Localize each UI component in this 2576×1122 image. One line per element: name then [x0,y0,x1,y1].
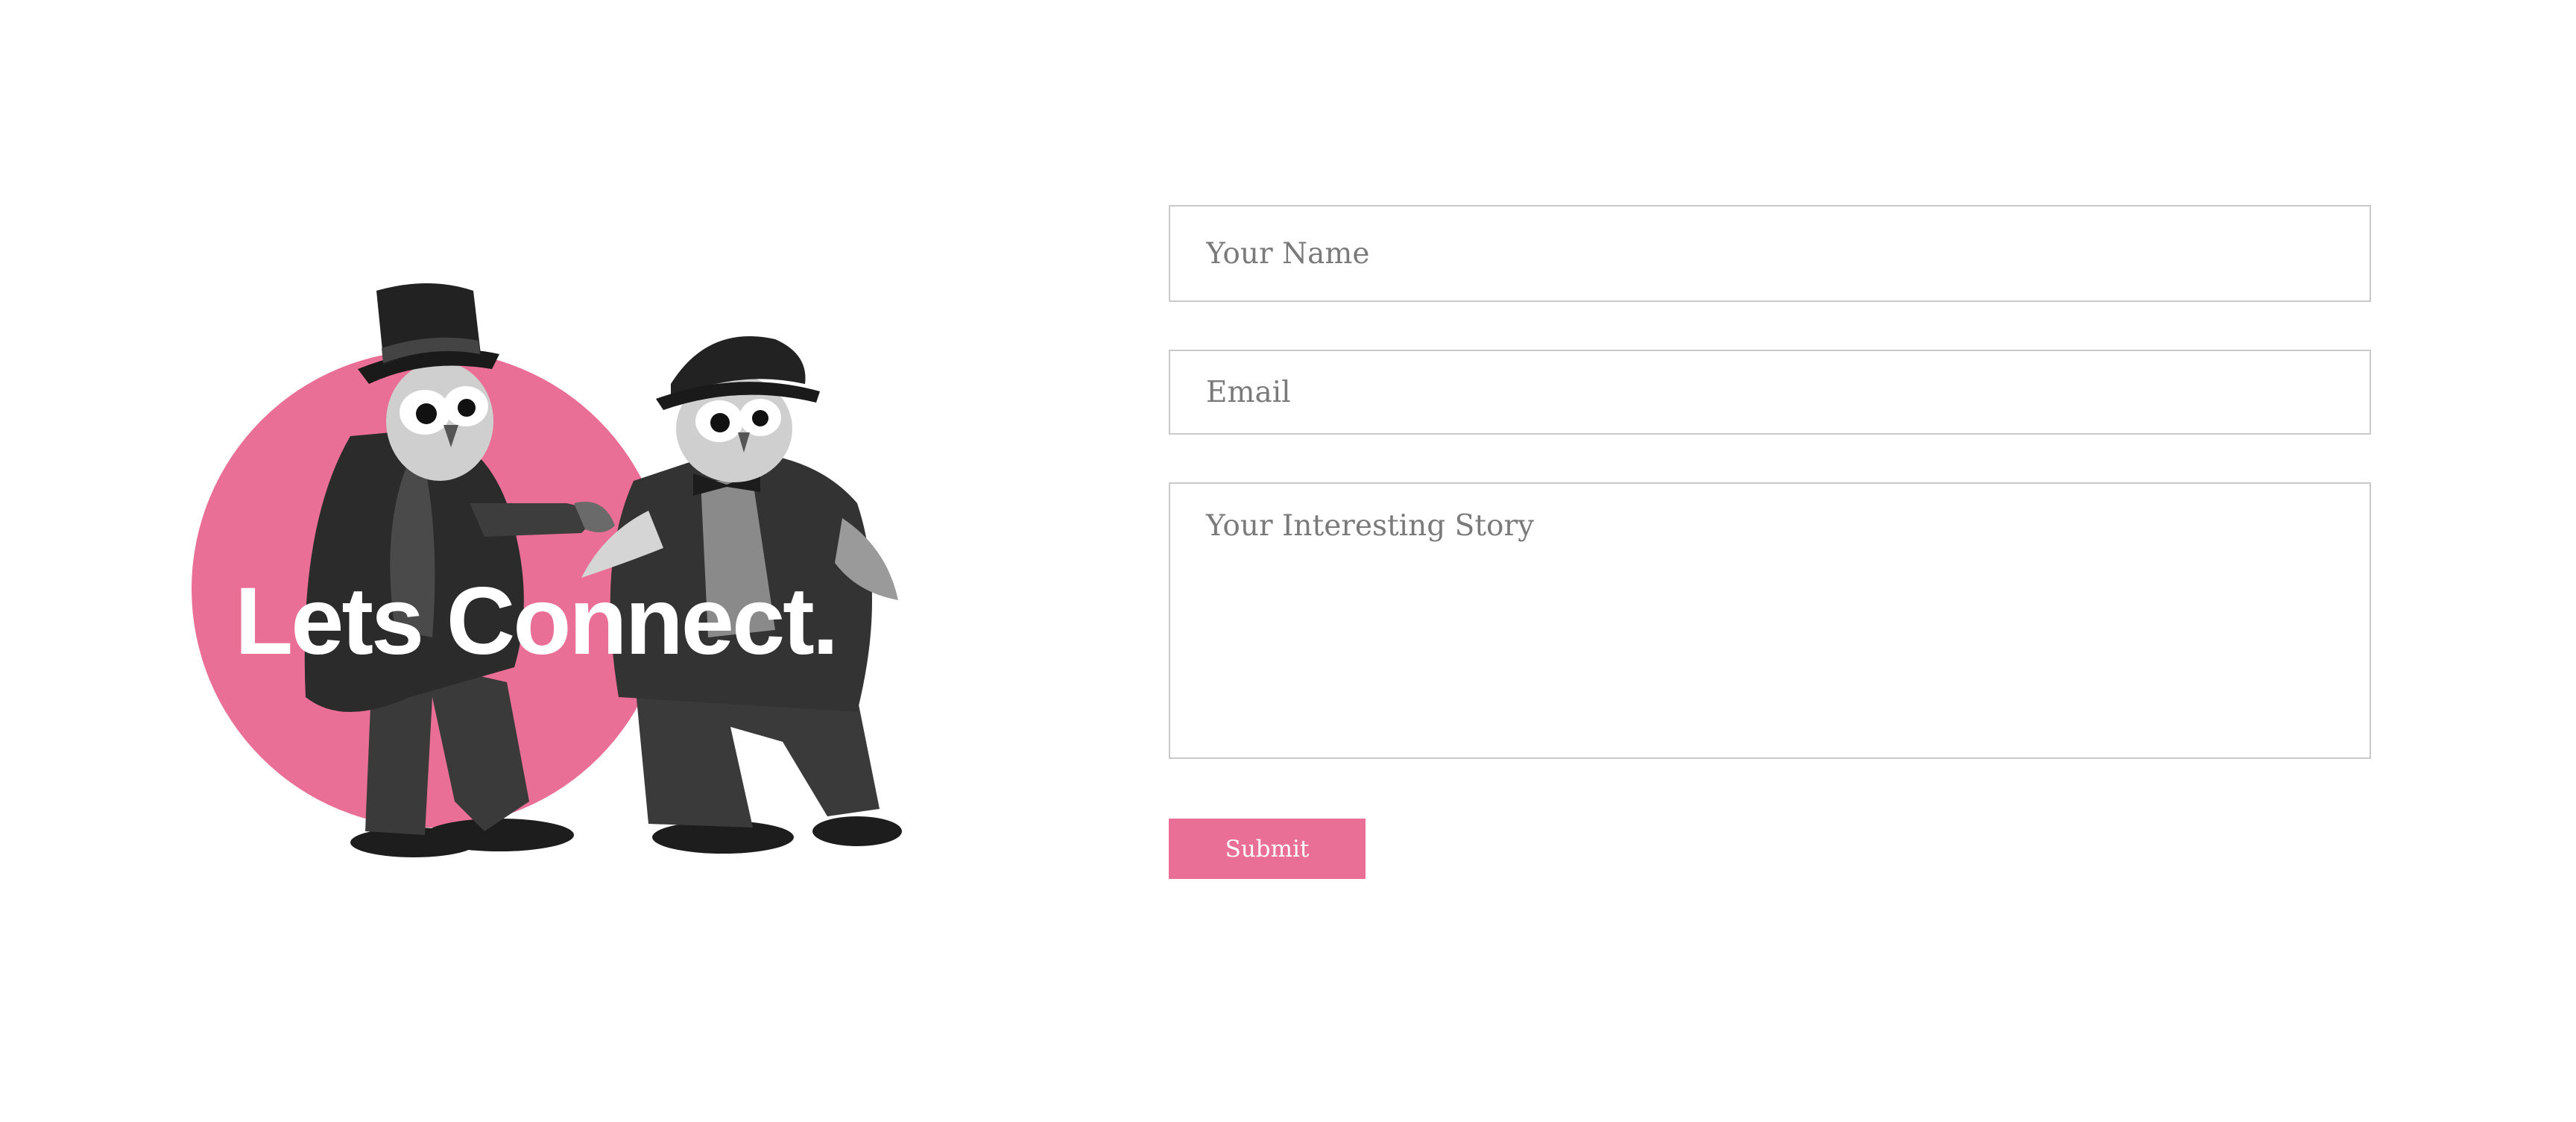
story-textarea[interactable] [1169,482,2371,759]
email-input[interactable] [1169,350,2371,435]
lets-connect-heading: Lets Connect. [235,568,839,675]
hero-section: Lets Connect. [186,280,902,861]
contact-form: Submit [1169,205,2371,879]
name-input[interactable] [1169,205,2371,302]
submit-button[interactable]: Submit [1169,819,1366,879]
